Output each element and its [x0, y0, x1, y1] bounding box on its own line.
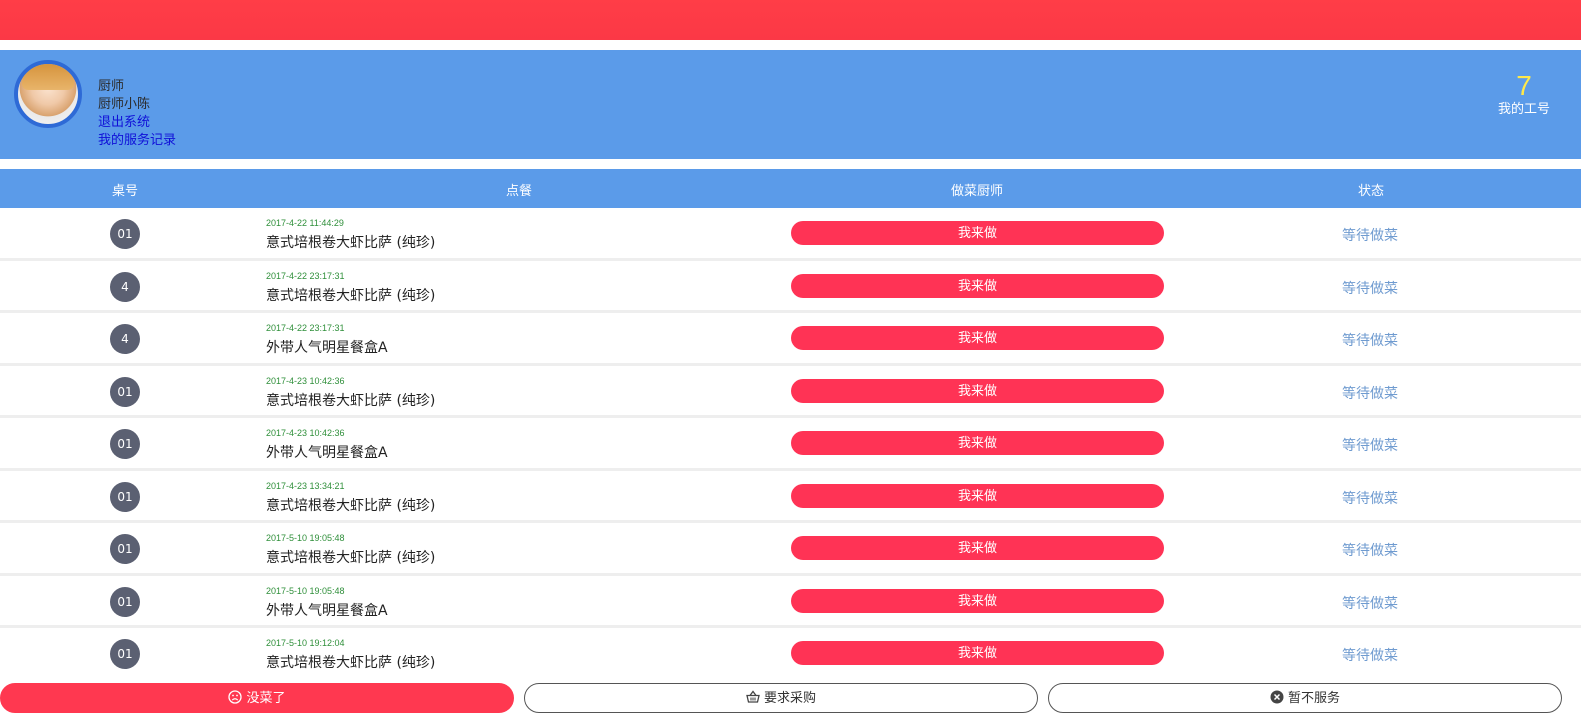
table-row: 01 2017-5-10 19:05:48 外带人气明星餐盒A 我来做 等待做菜 [0, 575, 1581, 628]
footer-actions: 没菜了 要求采购 暂不服务 [0, 673, 1581, 727]
order-time: 2017-4-23 10:42:36 [266, 375, 345, 386]
order-status: 等待做菜 [1342, 333, 1398, 349]
table-row: 01 2017-4-22 11:44:29 意式培根卷大虾比萨 (纯珍) 我来做 等待做… [0, 208, 1581, 261]
order-status: 等待做菜 [1342, 228, 1398, 244]
table-number-badge: 01 [110, 219, 140, 249]
order-time: 2017-4-22 23:17:31 [266, 270, 345, 281]
order-time: 2017-5-10 19:05:48 [266, 533, 345, 543]
order-status: 等待做菜 [1342, 385, 1398, 402]
i-will-cook-button[interactable]: 我来做 [791, 431, 1164, 455]
i-will-cook-button[interactable]: 我来做 [791, 273, 1164, 298]
orders-table-header: 桌号 点餐 做菜厨师 状态 [0, 169, 1581, 208]
order-dish: 意式培根卷大虾比萨 (纯珍) [266, 392, 436, 409]
i-will-cook-button[interactable]: 我来做 [791, 536, 1164, 560]
order-time: 2017-4-23 10:42:36 [266, 428, 345, 438]
table-row: 01 2017-4-23 10:42:36 意式培根卷大虾比萨 (纯珍) 我来做 等待做… [0, 365, 1581, 418]
work-number-label: 我的工号 [1497, 102, 1550, 117]
table-number-badge: 01 [110, 376, 140, 407]
profile-info: 厨师 厨师小陈 退出系统 我的服务记录 [98, 78, 176, 150]
no-dish-button[interactable]: 没菜了 [0, 683, 514, 713]
order-status: 等待做菜 [1342, 648, 1398, 664]
order-status: 等待做菜 [1342, 280, 1398, 297]
table-number-badge: 4 [110, 324, 140, 354]
order-status: 等待做菜 [1342, 490, 1398, 507]
table-row: 01 2017-5-10 19:12:04 意式培根卷大虾比萨 (纯珍) 我来做 等待做… [0, 628, 1581, 673]
order-time: 2017-4-22 11:44:29 [266, 218, 344, 228]
request-purchase-label: 要求采购 [763, 690, 816, 705]
order-dish: 意式培根卷大虾比萨 (纯珍) [266, 550, 436, 566]
i-will-cook-button[interactable]: 我来做 [791, 326, 1164, 350]
pause-service-button[interactable]: 暂不服务 [1048, 683, 1562, 713]
order-dish: 外带人气明星餐盒A [266, 602, 388, 619]
order-status: 等待做菜 [1342, 543, 1398, 559]
avatar [14, 60, 82, 128]
chef-profile-panel: 厨师 厨师小陈 退出系统 我的服务记录 7 我的工号 [0, 50, 1581, 159]
order-dish: 意式培根卷大虾比萨 (纯珍) [266, 655, 436, 671]
work-number-block: 7 我的工号 [1498, 70, 1550, 118]
i-will-cook-button[interactable]: 我来做 [791, 483, 1164, 508]
order-time: 2017-4-23 13:34:21 [266, 480, 345, 491]
order-dish: 意式培根卷大虾比萨 (纯珍) [266, 287, 436, 304]
orders-list: 01 2017-4-22 11:44:29 意式培根卷大虾比萨 (纯珍) 我来做 等待做… [0, 208, 1581, 673]
header-order: 点餐 [505, 184, 533, 199]
table-row: 01 2017-5-10 19:05:48 意式培根卷大虾比萨 (纯珍) 我来做 等待做… [0, 523, 1581, 576]
i-will-cook-button[interactable]: 我来做 [791, 221, 1164, 245]
close-circle-icon [1270, 690, 1284, 704]
basket-icon [746, 690, 760, 703]
order-dish: 意式培根卷大虾比萨 (纯珍) [266, 235, 436, 251]
order-status: 等待做菜 [1342, 595, 1398, 612]
order-dish: 外带人气明星餐盒A [266, 445, 388, 461]
order-status: 等待做菜 [1342, 438, 1398, 454]
table-row: 4 2017-4-22 23:17:31 外带人气明星餐盒A 我来做 等待做菜 [0, 313, 1581, 366]
header-status: 状态 [1357, 184, 1385, 199]
table-number-badge: 01 [110, 586, 140, 617]
work-number: 7 [1516, 70, 1532, 101]
order-time: 2017-5-10 19:12:04 [266, 638, 345, 648]
chef-name: 厨师小陈 [98, 97, 151, 112]
i-will-cook-button[interactable]: 我来做 [791, 588, 1164, 613]
table-number-badge: 4 [110, 271, 140, 302]
header-chef: 做菜厨师 [950, 184, 1004, 199]
order-time: 2017-4-22 23:17:31 [266, 323, 345, 333]
service-records-link[interactable]: 我的服务记录 [98, 132, 176, 150]
chef-role: 厨师 [98, 79, 125, 94]
pause-service-label: 暂不服务 [1287, 690, 1340, 705]
logout-link[interactable]: 退出系统 [98, 114, 176, 132]
table-row: 01 2017-4-23 13:34:21 意式培根卷大虾比萨 (纯珍) 我来做 等待做… [0, 470, 1581, 523]
order-dish: 意式培根卷大虾比萨 (纯珍) [266, 497, 436, 514]
table-number-badge: 01 [110, 639, 140, 669]
request-purchase-button[interactable]: 要求采购 [524, 683, 1038, 713]
i-will-cook-button[interactable]: 我来做 [791, 641, 1164, 665]
top-bar [0, 0, 1581, 40]
sad-face-icon [228, 690, 243, 704]
header-table: 桌号 [111, 184, 139, 199]
table-row: 4 2017-4-22 23:17:31 意式培根卷大虾比萨 (纯珍) 我来做 等待做菜 [0, 260, 1581, 313]
no-dish-label: 没菜了 [246, 690, 286, 705]
table-number-badge: 01 [110, 429, 140, 459]
i-will-cook-button[interactable]: 我来做 [791, 378, 1164, 403]
order-time: 2017-5-10 19:05:48 [266, 585, 345, 596]
table-number-badge: 01 [110, 481, 140, 512]
table-row: 01 2017-4-23 10:42:36 外带人气明星餐盒A 我来做 等待做菜 [0, 418, 1581, 471]
table-number-badge: 01 [110, 534, 140, 564]
order-dish: 外带人气明星餐盒A [266, 340, 388, 356]
